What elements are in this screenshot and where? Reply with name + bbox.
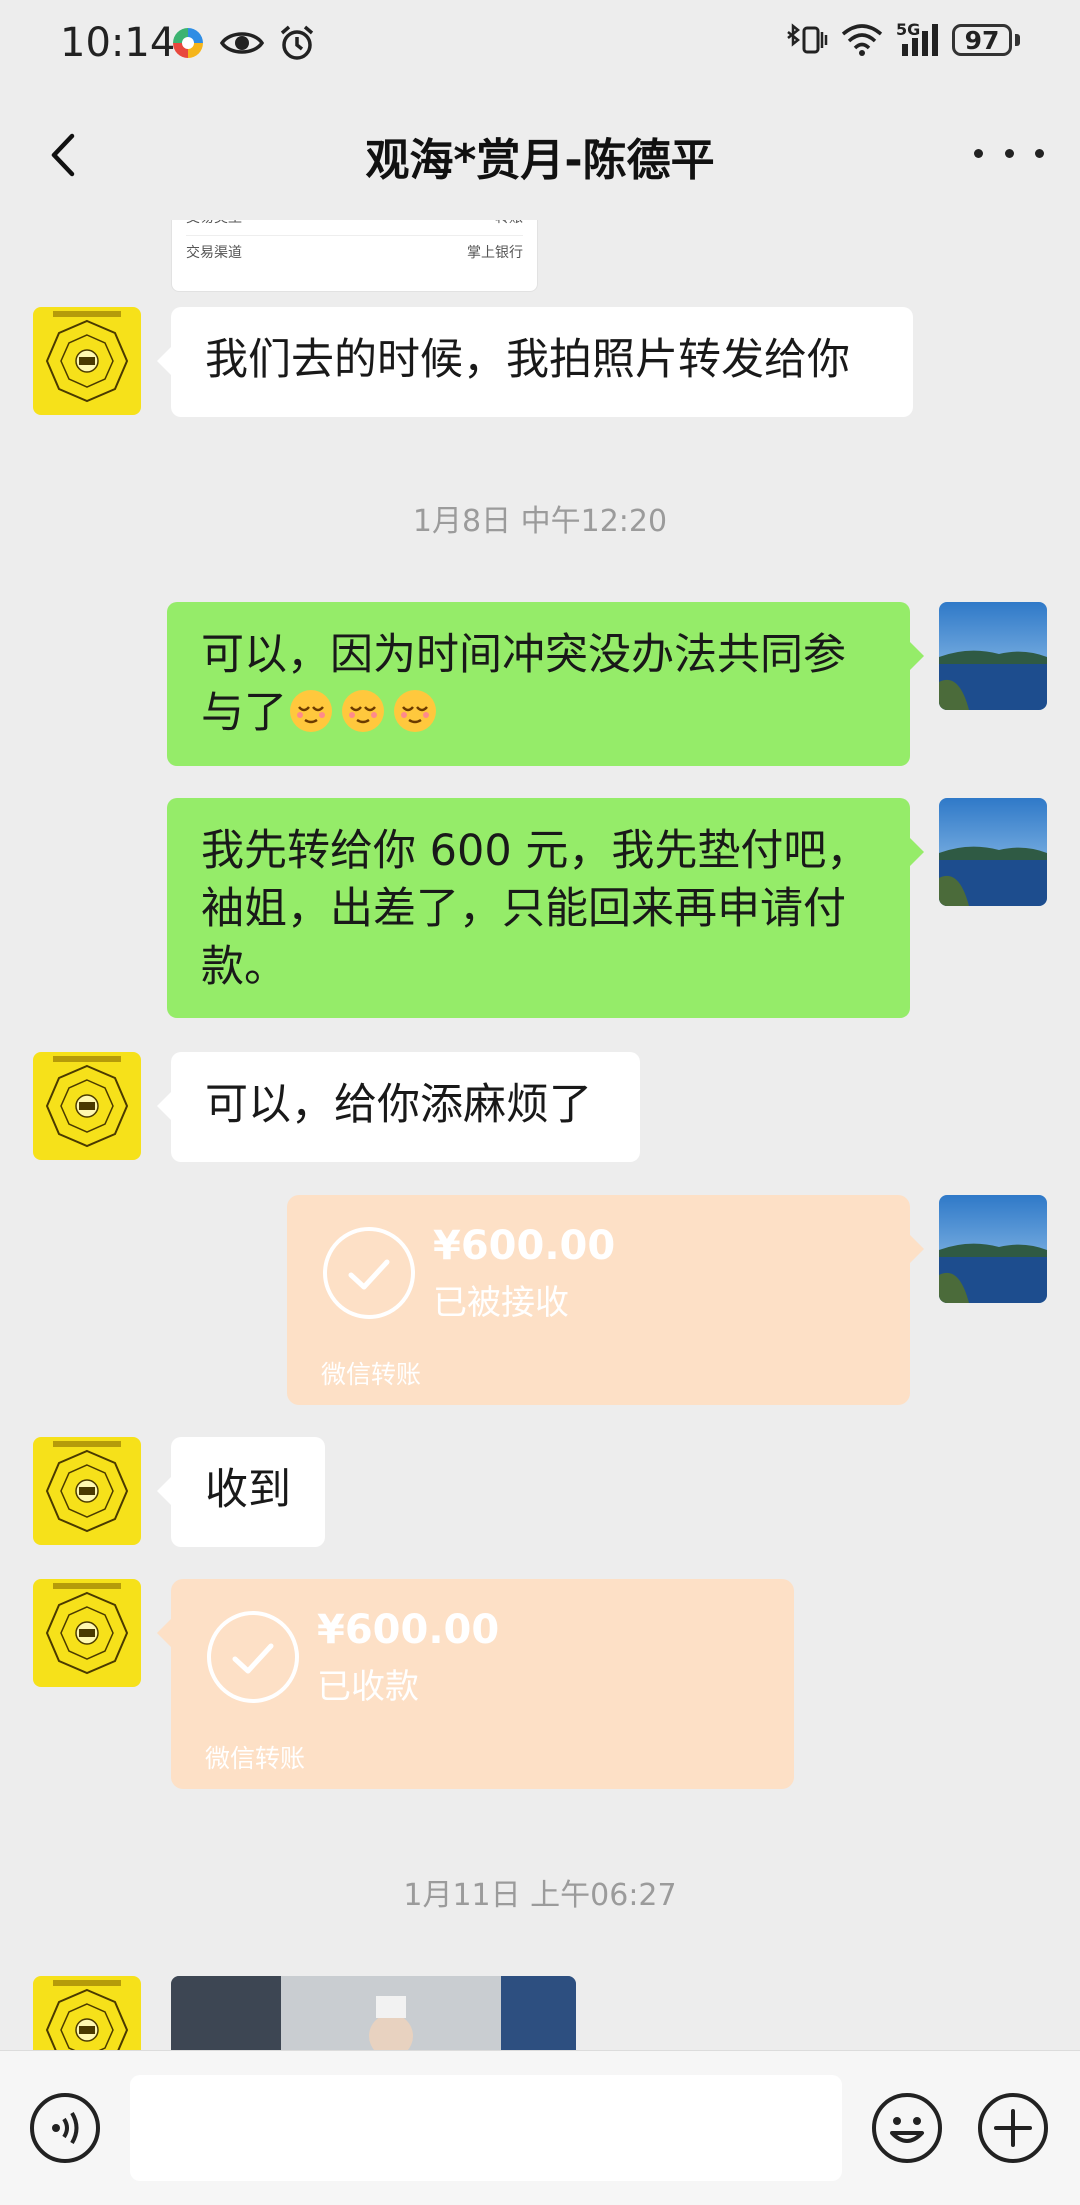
- bagua-avatar-icon: [33, 1976, 141, 2050]
- shared-receipt-image[interactable]: 交易类型 转账 交易渠道 掌上银行: [171, 220, 538, 292]
- battery-icon: 97: [952, 24, 1012, 56]
- voice-input-button[interactable]: [28, 2091, 102, 2165]
- emoji-button[interactable]: [870, 2091, 944, 2165]
- message-text: 收到: [205, 1465, 291, 1515]
- image-message[interactable]: [171, 1976, 576, 2050]
- message-text: 我们去的时候，我拍照片转发给你: [205, 335, 850, 385]
- message-bubble-received[interactable]: 收到: [157, 1437, 325, 1547]
- message-text: 我先转给你 600 元，我先垫付吧，袖姐，出差了，只能回来再申请付款。: [201, 826, 870, 992]
- receipt-row: 交易渠道 掌上银行: [186, 236, 523, 270]
- bagua-avatar-icon: [33, 1052, 141, 1160]
- battery-tip: [1015, 34, 1020, 46]
- sea-landscape-avatar-icon: [939, 1195, 1047, 1303]
- chat-title: 观海*赏月-陈德平: [365, 135, 715, 186]
- alarm-icon: [280, 25, 314, 60]
- bagua-avatar-icon: [33, 1579, 141, 1687]
- transfer-status: 已收款: [317, 1667, 419, 1707]
- my-avatar[interactable]: [939, 1195, 1047, 1303]
- input-bar: [0, 2050, 1080, 2205]
- more-dot: [974, 148, 983, 158]
- signal-icon: [902, 24, 938, 56]
- app-notification-icon: [173, 28, 203, 58]
- message-bubble-sent[interactable]: 可以，因为时间冲突没办法共同参与了: [167, 602, 924, 766]
- message-timestamp: 1月11日 上午06:27: [403, 1878, 677, 1913]
- receipt-value: 掌上银行: [467, 245, 523, 261]
- check-circle-icon: [323, 1227, 415, 1319]
- contact-avatar[interactable]: [33, 1579, 141, 1687]
- transfer-label: 微信转账: [205, 1744, 306, 1773]
- emoji-icon: [287, 688, 443, 738]
- receipt-label: 交易渠道: [186, 245, 242, 261]
- sea-landscape-avatar-icon: [939, 798, 1047, 906]
- more-dot: [1004, 148, 1014, 158]
- signal-indicator: 5G: [896, 20, 940, 58]
- transfer-label: 微信转账: [321, 1360, 422, 1389]
- message-bubble-sent[interactable]: 我先转给你 600 元，我先垫付吧，袖姐，出差了，只能回来再申请付款。: [167, 798, 924, 1018]
- photo-thumbnail: [171, 1976, 576, 2050]
- more-dot: [1035, 148, 1044, 158]
- eye-icon: [220, 32, 264, 54]
- transfer-status: 已被接收: [433, 1283, 569, 1323]
- message-bubble-received[interactable]: 可以，给你添麻烦了: [157, 1052, 640, 1162]
- transfer-amount: ¥600.00: [317, 1607, 500, 1653]
- receipt-value: 转账: [495, 220, 523, 235]
- message-input[interactable]: [130, 2075, 842, 2181]
- status-time: 10:14: [60, 20, 176, 66]
- contact-avatar[interactable]: [33, 307, 141, 415]
- bagua-avatar-icon: [33, 1437, 141, 1545]
- sea-landscape-avatar-icon: [939, 602, 1047, 710]
- contact-avatar[interactable]: [33, 1976, 141, 2050]
- transfer-card-sent[interactable]: ¥600.00 已被接收 微信转账: [287, 1195, 924, 1405]
- contact-avatar[interactable]: [33, 1437, 141, 1545]
- contact-avatar[interactable]: [33, 1052, 141, 1160]
- bluetooth-vibrate-icon: [787, 23, 828, 54]
- chat-header: 观海*赏月-陈德平: [0, 90, 1080, 220]
- status-right-icons: 5G 97: [782, 20, 1020, 58]
- my-avatar[interactable]: [939, 602, 1047, 710]
- more-functions-button[interactable]: [976, 2091, 1050, 2165]
- chat-messages[interactable]: 交易类型 转账 交易渠道 掌上银行 我们去的时候，我拍照片转发给你 1月8日 中…: [0, 220, 1080, 2050]
- my-avatar[interactable]: [939, 798, 1047, 906]
- message-timestamp: 1月8日 中午12:20: [412, 504, 668, 539]
- check-circle-icon: [207, 1611, 299, 1703]
- message-bubble-received[interactable]: 我们去的时候，我拍照片转发给你: [157, 307, 913, 417]
- bagua-avatar-icon: [33, 307, 141, 415]
- message-text: 可以，给你添麻烦了: [205, 1080, 592, 1130]
- transfer-card-received[interactable]: ¥600.00 已收款 微信转账: [157, 1579, 794, 1789]
- receipt-label: 交易类型: [186, 220, 242, 235]
- receipt-row: 交易类型 转账: [186, 220, 523, 236]
- status-left-icons: [170, 24, 316, 62]
- transfer-amount: ¥600.00: [433, 1223, 616, 1269]
- status-bar: 10:14 5G 97: [0, 0, 1080, 90]
- wifi-icon: [841, 24, 883, 56]
- more-options-button[interactable]: [974, 128, 1044, 178]
